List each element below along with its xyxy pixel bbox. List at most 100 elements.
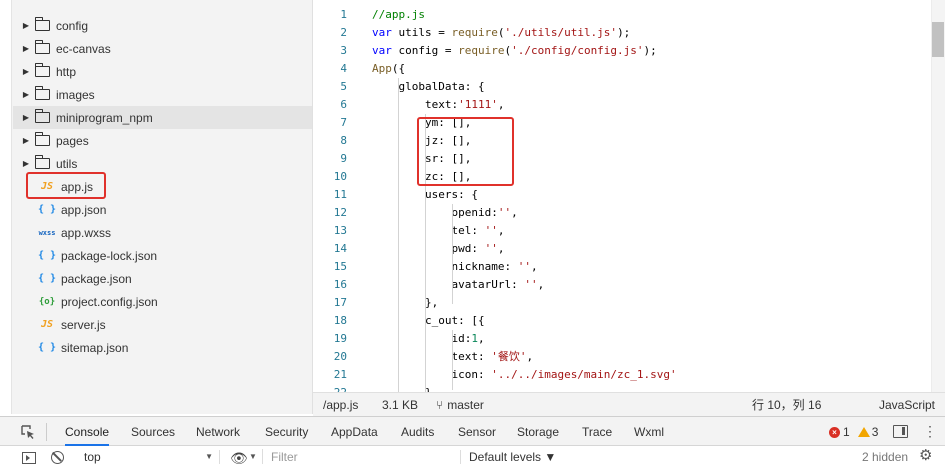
folder-icon [34, 40, 50, 54]
live-expression-eye-icon[interactable]: 👁 [230, 451, 248, 464]
indent-guide [452, 204, 453, 304]
json-file-icon: { } [37, 204, 57, 215]
code-line[interactable]: var config = require('./config/config.js… [372, 42, 657, 60]
error-icon: × [829, 426, 840, 438]
code-line[interactable]: nickname: '', [372, 258, 537, 276]
line-number: 19 [333, 332, 347, 345]
json-file-icon: { } [37, 273, 57, 284]
tree-file-row[interactable]: { } app.json [13, 198, 312, 221]
issue-counter[interactable]: × 1 3 [829, 425, 878, 439]
code-line[interactable]: id:1, [372, 330, 484, 348]
tree-gutter [0, 0, 12, 414]
devtools-tab-bar: Console Sources Network Security AppData Audi… [0, 416, 945, 446]
line-number: 18 [333, 314, 347, 327]
dock-side-icon[interactable] [893, 425, 908, 438]
code-line[interactable]: tel: '', [372, 222, 504, 240]
code-token: , [497, 98, 505, 111]
context-value: top [84, 450, 101, 464]
tree-file-row[interactable]: wxss app.wxss [13, 221, 312, 244]
tree-item-label: pages [56, 133, 89, 148]
code-line[interactable]: pwd: '', [372, 240, 504, 258]
code-token: tel: [372, 224, 485, 237]
code-line[interactable]: //app.js [372, 6, 425, 24]
global-data-highlight-box [417, 117, 514, 186]
tree-item-label: server.js [61, 317, 106, 332]
tree-folder-row[interactable]: ▶ ec-canvas [13, 37, 312, 60]
chevron-down-icon[interactable]: ▼ [249, 452, 257, 461]
tab-sensor[interactable]: Sensor [458, 417, 496, 446]
editor-scrollbar-thumb[interactable] [932, 22, 944, 57]
tree-folder-row[interactable]: ▶ miniprogram_npm [13, 106, 312, 129]
tab-wxml[interactable]: Wxml [634, 417, 664, 446]
tree-file-row[interactable]: {o} project.config.json [13, 290, 312, 313]
tab-sources[interactable]: Sources [131, 417, 175, 446]
context-selector[interactable]: top ▼ [78, 450, 220, 464]
tree-file-row[interactable]: { } package.json [13, 267, 312, 290]
editor-scrollbar[interactable] [931, 0, 945, 392]
code-token: icon: [372, 368, 492, 381]
inspect-element-icon[interactable] [20, 424, 36, 440]
line-number: 3 [340, 44, 347, 57]
code-token: App [372, 62, 392, 75]
code-line[interactable]: icon: '../../images/main/zc_1.svg' [372, 366, 676, 384]
code-line[interactable]: App({ [372, 60, 405, 78]
code-line[interactable]: globalData: { [372, 78, 485, 96]
config-file-icon: {o} [38, 296, 56, 307]
tab-appdata[interactable]: AppData [331, 417, 378, 446]
console-sidebar-toggle-icon[interactable] [22, 452, 36, 464]
expand-arrow-icon[interactable]: ▶ [13, 113, 35, 122]
tree-folder-row[interactable]: ▶ pages [13, 129, 312, 152]
code-token: utils = [391, 26, 452, 39]
line-number: 2 [340, 26, 347, 39]
folder-icon [34, 17, 50, 31]
expand-arrow-icon[interactable]: ▶ [13, 90, 35, 99]
code-line[interactable]: }, [372, 384, 438, 392]
log-levels-dropdown[interactable]: Default levels ▼ [460, 450, 556, 464]
code-token: globalData: { [372, 80, 485, 93]
tab-console[interactable]: Console [65, 417, 110, 446]
expand-arrow-icon[interactable]: ▶ [13, 44, 35, 53]
tree-item-label: app.json [61, 202, 107, 217]
console-filter-input[interactable] [262, 449, 454, 464]
more-options-icon[interactable]: ⋮ [923, 421, 937, 441]
status-language[interactable]: JavaScript [879, 398, 935, 412]
expand-arrow-icon[interactable]: ▶ [13, 136, 35, 145]
hidden-messages-count: 2 hidden [862, 450, 909, 464]
tree-file-row[interactable]: { } package-lock.json [13, 244, 312, 267]
line-number: 11 [333, 188, 347, 201]
code-token: text: [372, 98, 459, 111]
code-line[interactable]: openid:'', [372, 204, 517, 222]
tree-folder-row[interactable]: ▶ images [13, 83, 312, 106]
code-line[interactable]: text:'1111', [372, 96, 505, 114]
tree-file-row[interactable]: JS server.js [13, 313, 312, 336]
code-line[interactable]: var utils = require('./utils/util.js'); [372, 24, 630, 42]
tree-folder-row[interactable]: ▶ http [13, 60, 312, 83]
tab-network[interactable]: Network [196, 417, 240, 446]
line-number: 10 [333, 170, 347, 183]
expand-arrow-icon[interactable]: ▶ [13, 67, 35, 76]
code-token: 1 [471, 332, 478, 345]
code-editor[interactable]: 1 //app.js 2 var utils = require('./utils/u… [313, 0, 945, 392]
tree-item-label: sitemap.json [61, 340, 129, 355]
console-settings-icon[interactable]: ⚙ [919, 448, 932, 464]
tab-security[interactable]: Security [265, 417, 308, 446]
expand-arrow-icon[interactable]: ▶ [13, 159, 35, 168]
expand-arrow-icon[interactable]: ▶ [13, 21, 35, 30]
code-token: '' [484, 242, 498, 255]
tab-audits[interactable]: Audits [401, 417, 434, 446]
code-token: , [526, 350, 534, 363]
status-branch[interactable]: ⑂ master [436, 398, 484, 412]
tab-trace[interactable]: Trace [582, 417, 612, 446]
tab-storage[interactable]: Storage [517, 417, 559, 446]
tree-file-row[interactable]: { } sitemap.json [13, 336, 312, 359]
line-number: 14 [333, 242, 347, 255]
code-line[interactable]: }, [372, 294, 438, 312]
folder-icon [34, 109, 50, 123]
code-token: }, [372, 296, 439, 309]
code-line[interactable]: c_out: [{ [372, 312, 485, 330]
line-number: 22 [313, 384, 347, 392]
status-cursor-position[interactable]: 行 10，列 16 [752, 396, 821, 413]
tree-folder-row[interactable]: ▶ config [13, 14, 312, 37]
status-branch-label: master [447, 397, 484, 412]
clear-console-icon[interactable] [51, 451, 64, 464]
